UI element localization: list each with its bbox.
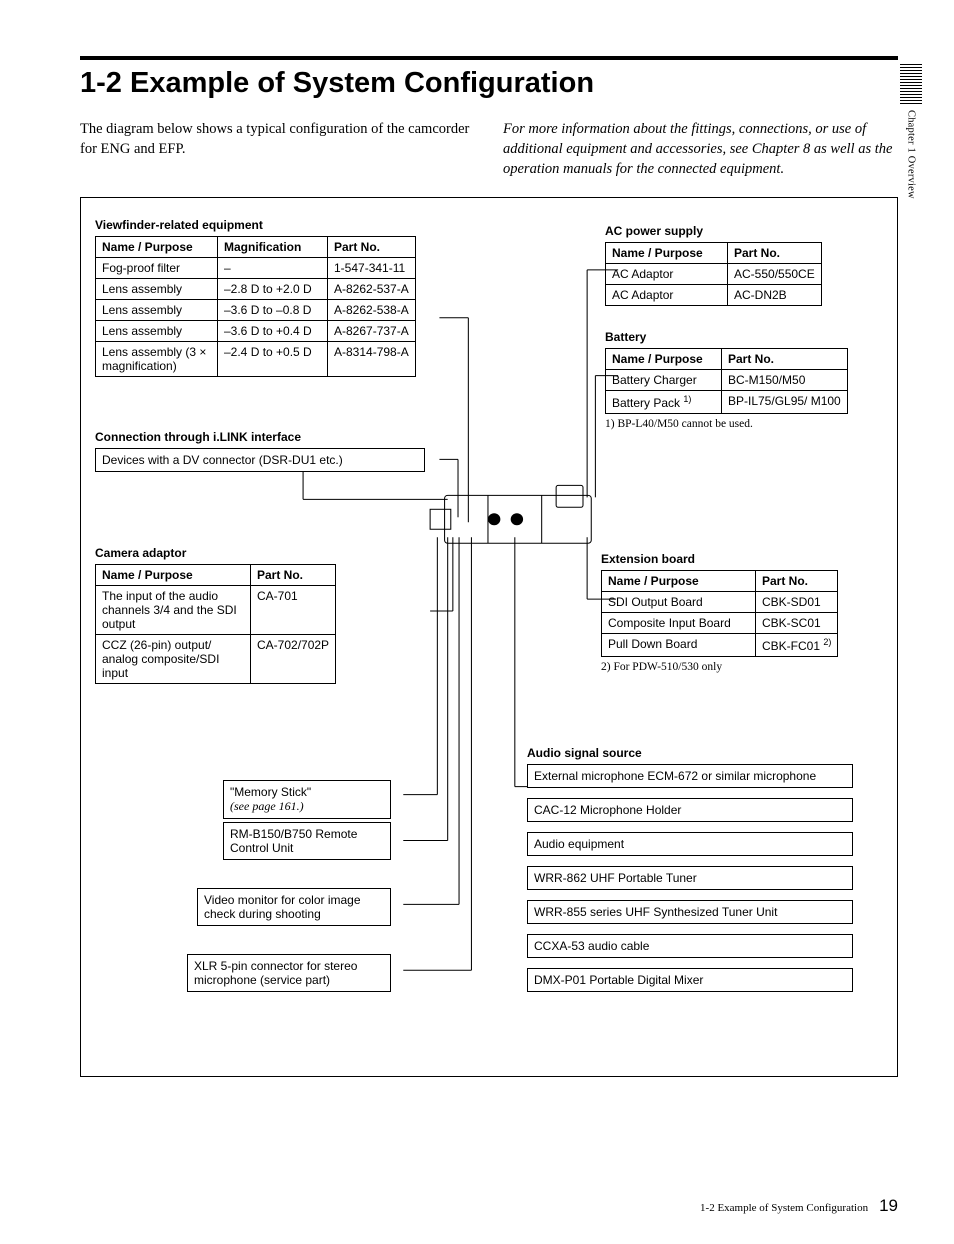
footer-page-number: 19	[879, 1196, 898, 1215]
side-chapter-label: Chapter 1 Overview	[906, 110, 917, 199]
ilink-item: Devices with a DV connector (DSR-DU1 etc…	[95, 448, 425, 472]
table-row: CCZ (26-pin) output/ analog composite/SD…	[96, 635, 336, 684]
ac-power-group: AC power supply Name / PurposePart No. A…	[605, 224, 857, 306]
ext-footnote: 2) For PDW-510/530 only	[601, 661, 857, 673]
battery-sup: 1)	[683, 394, 691, 404]
vf-h2: Part No.	[328, 237, 416, 258]
video-monitor-item: Video monitor for color image check duri…	[197, 888, 391, 926]
battery-title: Battery	[605, 330, 857, 344]
table-row: AC AdaptorAC-DN2B	[606, 285, 822, 306]
remote-control-group: RM-B150/B750 Remote Control Unit	[223, 822, 391, 860]
memory-stick-item: "Memory Stick" (see page 161.)	[223, 780, 391, 819]
ilink-group: Connection through i.LINK interface Devi…	[95, 430, 425, 472]
table-row: SDI Output BoardCBK-SD01	[602, 592, 838, 613]
viewfinder-group: Viewfinder-related equipment Name / Purp…	[95, 218, 435, 377]
video-monitor-group: Video monitor for color image check duri…	[197, 888, 391, 926]
audio-item: WRR-855 series UHF Synthesized Tuner Uni…	[527, 900, 853, 924]
tab-hatch-icon	[900, 64, 922, 104]
acpower-table: Name / PurposePart No. AC AdaptorAC-550/…	[605, 242, 822, 306]
audio-item: DMX-P01 Portable Digital Mixer	[527, 968, 853, 992]
audio-source-group: Audio signal source External microphone …	[527, 746, 855, 1002]
table-row: AC AdaptorAC-550/550CE	[606, 264, 822, 285]
ext-sup: 2)	[823, 637, 831, 647]
intro-text-left: The diagram below shows a typical config…	[80, 120, 475, 179]
audio-item: WRR-862 UHF Portable Tuner	[527, 866, 853, 890]
ext-table: Name / PurposePart No. SDI Output BoardC…	[601, 570, 838, 657]
xlr-group: XLR 5-pin connector for stereo microphon…	[187, 954, 391, 992]
audio-item: External microphone ECM-672 or similar m…	[527, 764, 853, 788]
heading-rule	[80, 56, 898, 60]
memory-stick-group: "Memory Stick" (see page 161.)	[223, 780, 391, 819]
page-footer: 1-2 Example of System Configuration 19	[700, 1196, 898, 1216]
table-row: Fog-proof filter–1-547-341-11	[96, 258, 416, 279]
audio-item: CAC-12 Microphone Holder	[527, 798, 853, 822]
battery-table: Name / PurposePart No. Battery ChargerBC…	[605, 348, 848, 414]
table-row: Battery ChargerBC-M150/M50	[606, 370, 848, 391]
table-row: Composite Input BoardCBK-SC01	[602, 613, 838, 634]
viewfinder-title: Viewfinder-related equipment	[95, 218, 435, 232]
side-chapter-tab: Chapter 1 Overview	[900, 64, 922, 199]
camadapt-table: Name / PurposePart No. The input of the …	[95, 564, 336, 684]
viewfinder-table: Name / Purpose Magnification Part No. Fo…	[95, 236, 416, 377]
table-row: Lens assembly–3.6 D to –0.8 DA-8262-538-…	[96, 300, 416, 321]
battery-group: Battery Name / PurposePart No. Battery C…	[605, 330, 857, 430]
xlr-item: XLR 5-pin connector for stereo microphon…	[187, 954, 391, 992]
table-row: Lens assembly–3.6 D to +0.4 DA-8267-737-…	[96, 321, 416, 342]
vf-h1: Magnification	[218, 237, 328, 258]
vf-h0: Name / Purpose	[96, 237, 218, 258]
acpower-title: AC power supply	[605, 224, 857, 238]
camera-adaptor-group: Camera adaptor Name / PurposePart No. Th…	[95, 546, 417, 684]
camadapt-title: Camera adaptor	[95, 546, 417, 560]
battery-footnote: 1) BP-L40/M50 cannot be used.	[605, 418, 857, 430]
remote-control-item: RM-B150/B750 Remote Control Unit	[223, 822, 391, 860]
section-heading: 1-2 Example of System Configuration	[80, 68, 898, 98]
table-row: Lens assembly (3 × magnification)–2.4 D …	[96, 342, 416, 377]
audio-title: Audio signal source	[527, 746, 855, 760]
system-diagram: Viewfinder-related equipment Name / Purp…	[80, 197, 898, 1077]
ext-title: Extension board	[601, 552, 857, 566]
intro-text-right: For more information about the fittings,…	[503, 120, 898, 179]
table-row: Lens assembly–2.8 D to +2.0 DA-8262-537-…	[96, 279, 416, 300]
camcorder-icon	[430, 485, 591, 543]
table-row: Pull Down BoardCBK-FC01 2)	[602, 634, 838, 657]
audio-item: CCXA-53 audio cable	[527, 934, 853, 958]
ilink-title: Connection through i.LINK interface	[95, 430, 425, 444]
table-row: Battery Pack 1)BP-IL75/GL95/ M100	[606, 391, 848, 414]
table-row: The input of the audio channels 3/4 and …	[96, 586, 336, 635]
extension-board-group: Extension board Name / PurposePart No. S…	[601, 552, 857, 673]
memory-stick-note: (see page 161.)	[230, 799, 304, 813]
audio-item: Audio equipment	[527, 832, 853, 856]
memory-stick-label: "Memory Stick"	[230, 785, 311, 799]
footer-section: 1-2 Example of System Configuration	[700, 1202, 868, 1214]
